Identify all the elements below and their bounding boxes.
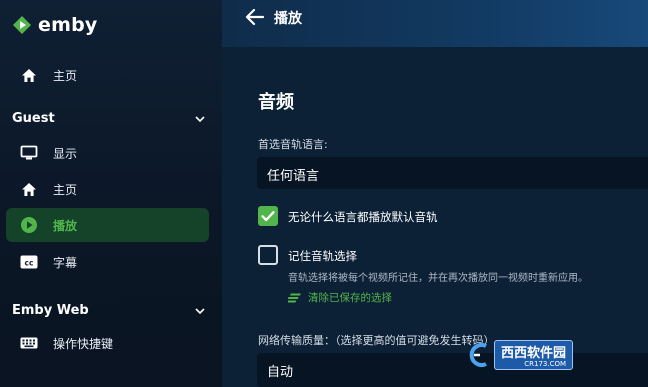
emby-logo-icon [13, 16, 31, 34]
play-default-track-checkbox[interactable] [258, 206, 278, 226]
chevron-down-icon [195, 115, 205, 122]
sidebar-item-home-screen[interactable]: 主页 [6, 172, 209, 206]
network-quality-label: 网络传输质量：（选择更高的值可避免发生转码） [258, 334, 495, 347]
watermark: 西西软件园 CR173.COM [466, 340, 574, 370]
page-title: 播放 [274, 11, 302, 27]
sidebar-item-playback[interactable]: 播放 [6, 208, 209, 242]
sidebar-item-label: 主页 [53, 68, 78, 83]
watermark-text: 西西软件园 [501, 346, 567, 361]
preferred-audio-language-label: 首选音轨语言: [258, 138, 328, 151]
checkmark-icon [261, 211, 275, 222]
clear-all-icon [288, 293, 301, 302]
home-icon [18, 180, 40, 198]
watermark-badge: 西西软件园 CR173.COM [494, 340, 574, 370]
emby-logo[interactable]: emby [12, 14, 97, 36]
clear-saved-selections-label: 清除已保存的选择 [308, 292, 392, 304]
play-default-track-label: 无论什么语言都播放默认音轨 [288, 210, 438, 224]
sidebar: emby 主页 Guest 显示 主页 播放 cc 字幕 Emby Web 操作… [0, 0, 222, 387]
sidebar-item-shortcuts[interactable]: 操作快捷键 [6, 326, 209, 360]
sidebar-item-subtitles[interactable]: cc 字幕 [6, 245, 209, 279]
section-header-emby-web[interactable]: Emby Web [12, 303, 212, 318]
chevron-down-icon [195, 307, 205, 314]
sidebar-item-display[interactable]: 显示 [6, 136, 209, 170]
watermark-logo-icon [469, 343, 487, 367]
back-arrow-icon[interactable] [244, 8, 266, 26]
preferred-audio-language-select[interactable]: 任何语言 [257, 157, 648, 189]
sidebar-item-label: 字幕 [53, 255, 78, 270]
clear-saved-selections-button[interactable]: 清除已保存的选择 [288, 290, 392, 305]
remember-audio-selection-label: 记住音轨选择 [288, 249, 357, 263]
watermark-subtext: CR173.COM [524, 360, 567, 368]
sidebar-item-home[interactable]: 主页 [6, 58, 209, 92]
network-quality-select[interactable]: 自动 [257, 353, 648, 387]
brand-name: emby [38, 14, 98, 36]
section-header-guest[interactable]: Guest [12, 111, 212, 126]
header: 播放 [222, 0, 648, 47]
home-icon [18, 66, 40, 84]
keyboard-icon [18, 334, 40, 352]
sidebar-item-label: 主页 [53, 182, 78, 197]
main-content: 播放 音频 首选音轨语言: 任何语言 无论什么语言都播放默认音轨 记住音轨选择 … [222, 0, 648, 387]
select-value: 任何语言 [267, 169, 320, 184]
section-title-audio: 音频 [258, 92, 294, 113]
monitor-icon [18, 144, 40, 162]
cc-icon: cc [18, 253, 40, 271]
svg-text:cc: cc [25, 258, 34, 267]
play-circle-icon [18, 216, 40, 234]
section-title: Emby Web [12, 303, 89, 318]
sidebar-item-label: 操作快捷键 [53, 336, 114, 351]
section-title: Guest [12, 111, 55, 126]
remember-audio-selection-help: 音轨选择将被每个视频所记住，并在再次播放同一视频时重新应用。 [288, 273, 588, 284]
select-value: 自动 [267, 365, 294, 380]
remember-audio-selection-checkbox[interactable] [258, 245, 278, 265]
sidebar-item-label: 显示 [53, 146, 78, 161]
sidebar-item-label: 播放 [53, 218, 78, 233]
